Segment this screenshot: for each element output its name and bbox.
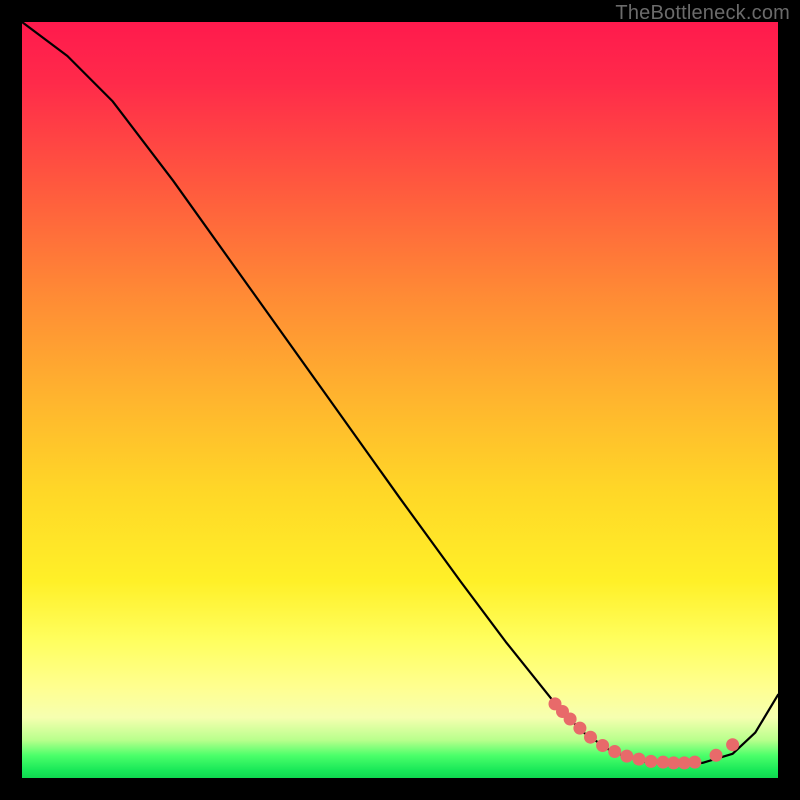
marker-group [549,697,740,769]
marker-dot [573,722,586,735]
chart-svg [22,22,778,778]
marker-dot [620,750,633,763]
marker-dot [584,731,597,744]
curve-line [22,22,778,764]
plot-area [22,22,778,778]
marker-dot [688,756,701,769]
marker-dot [608,745,621,758]
marker-dot [596,739,609,752]
marker-dot [645,755,658,768]
marker-dot [710,749,723,762]
marker-dot [564,713,577,726]
chart-frame: TheBottleneck.com [0,0,800,800]
marker-dot [632,753,645,766]
marker-dot [726,738,739,751]
